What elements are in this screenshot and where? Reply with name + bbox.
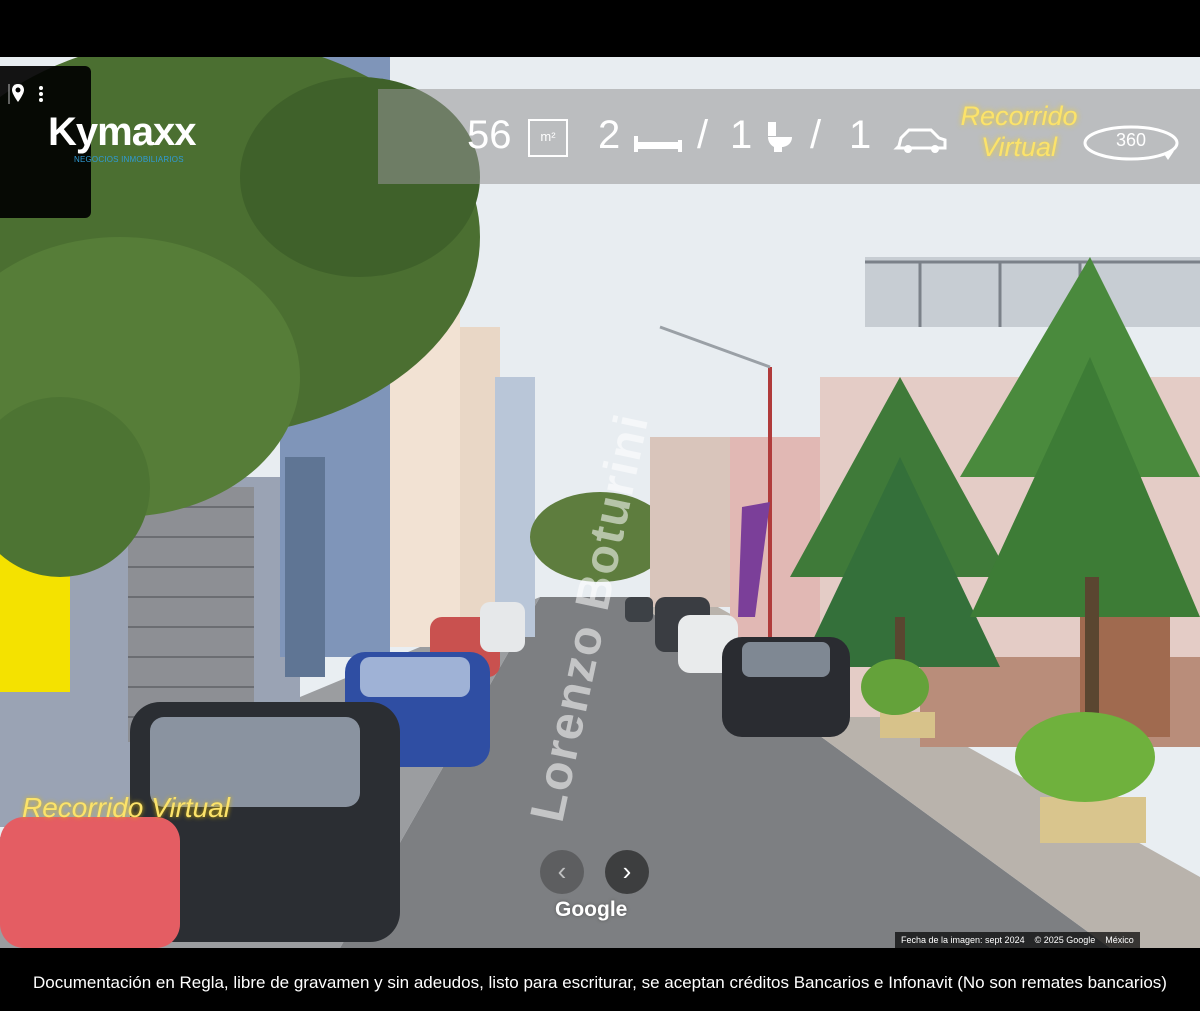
image-copyright: © 2025 Google (1034, 935, 1096, 945)
brand-wordmark: Kymaxx (48, 110, 196, 154)
virtual-tour-watermark: Recorrido Virtual (22, 792, 231, 823)
area-unit-icon: m² (528, 119, 568, 157)
image-region: México (1105, 935, 1134, 945)
brand-tagline: NEGOCIOS INMOBILIARIOS (74, 155, 184, 164)
virtual-tour-line2: Virtual (980, 132, 1058, 162)
image-credits: Fecha de la imagen: sept 2024 © 2025 Goo… (895, 932, 1140, 948)
footer-disclaimer: Documentación en Regla, libre de gravame… (33, 973, 1167, 992)
separator-2: / (810, 113, 822, 157)
virtual-tour-line1: Recorrido (960, 101, 1078, 131)
bathrooms-value: 1 (730, 113, 753, 157)
area-value: 56 (467, 113, 512, 157)
virtual-tour-label[interactable]: Recorrido Virtual (960, 101, 1078, 163)
car-icon (893, 128, 947, 153)
bedrooms-value: 2 (598, 113, 621, 157)
google-logo: Google (555, 898, 628, 921)
more-vertical-icon[interactable] (38, 84, 44, 104)
toilet-icon (768, 122, 792, 152)
separator-1: / (697, 113, 709, 157)
image-date: Fecha de la imagen: sept 2024 (901, 935, 1025, 945)
logo-icons (8, 82, 44, 106)
360-badge[interactable]: 360 (1082, 124, 1180, 162)
360-text: 360 (1115, 130, 1147, 150)
nav-forward-arrow[interactable]: › (605, 850, 649, 894)
bed-icon (634, 136, 682, 152)
nav-back-arrow[interactable]: ‹ (540, 850, 584, 894)
map-pin-icon[interactable] (8, 82, 26, 106)
parking-value: 1 (849, 113, 872, 157)
